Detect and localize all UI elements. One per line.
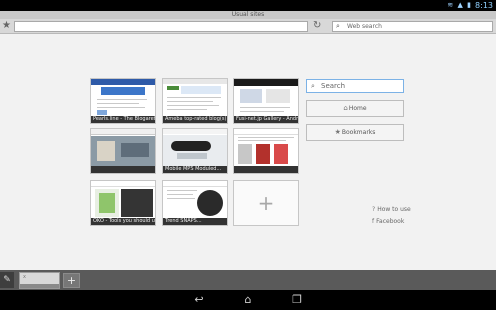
page-title: Usual sites xyxy=(231,11,265,18)
search-placeholder: Search xyxy=(321,82,346,90)
facebook-link[interactable]: f Facebook xyxy=(372,218,404,226)
bookmark-star-icon[interactable]: ★ xyxy=(2,20,11,32)
site-tile-caption: Pearls.line - The Blogaret Web Ins... xyxy=(91,116,155,123)
site-thumbnail xyxy=(234,129,298,166)
plus-icon: + xyxy=(257,191,275,215)
bookmarks-button[interactable]: ★Bookmarks xyxy=(306,124,404,141)
web-search-placeholder: Web search xyxy=(347,23,382,30)
status-clock: 8:13 xyxy=(475,1,493,10)
add-site-tile[interactable]: + xyxy=(233,180,299,226)
site-thumbnail xyxy=(91,129,155,166)
site-tile-caption: Fusi-net.jp Gallery - Android ga... xyxy=(234,116,298,123)
status-icons: ≋ ▲ ▮ xyxy=(447,1,472,9)
star-icon: ★ xyxy=(334,128,341,136)
site-thumbnail xyxy=(91,181,155,218)
site-tile-caption xyxy=(91,166,155,173)
site-tile-caption xyxy=(234,166,298,173)
home-nav-icon[interactable]: ⌂ xyxy=(238,292,258,308)
home-button-label: Home xyxy=(348,105,367,112)
close-tab-icon[interactable]: x xyxy=(23,274,26,280)
site-thumbnail xyxy=(91,79,155,116)
help-icon: ? xyxy=(372,206,376,213)
site-thumbnail xyxy=(163,79,227,116)
site-thumbnail xyxy=(163,181,227,218)
site-tile-6[interactable] xyxy=(233,128,299,174)
signal-icon: ▲ xyxy=(457,1,464,9)
recent-apps-icon[interactable]: ❐ xyxy=(287,292,307,308)
site-thumbnail xyxy=(234,79,298,116)
site-tile-4[interactable] xyxy=(90,128,156,174)
tools-icon[interactable]: ✎ xyxy=(0,272,14,288)
bookmarks-button-label: Bookmarks xyxy=(341,129,376,136)
tab-strip: ✎ x + xyxy=(0,270,496,290)
url-input[interactable] xyxy=(14,21,308,32)
home-icon: ⌂ xyxy=(343,104,348,112)
tab-usual-sites[interactable]: x xyxy=(19,272,60,289)
tab-preview-caption xyxy=(20,284,59,288)
how-to-use-label: How to use xyxy=(377,206,411,213)
site-tile-8[interactable]: Trend SNAPS... xyxy=(162,180,228,226)
title-bar: Usual sites xyxy=(0,11,496,19)
wifi-icon: ≋ xyxy=(447,1,455,9)
browser-toolbar: ★ ↻ ⌕ Web search xyxy=(0,19,496,34)
search-icon: ⌕ xyxy=(336,22,340,30)
site-tile-caption: Ameba top-rated blog(s) website... xyxy=(163,116,227,123)
site-tile-caption: OKO - Tools you should use... xyxy=(91,218,155,225)
search-icon: ⌕ xyxy=(311,82,315,90)
facebook-icon: f xyxy=(372,218,375,225)
site-tile-5[interactable]: Mobile MPS Moduled... xyxy=(162,128,228,174)
site-tile-caption: Mobile MPS Moduled... xyxy=(163,166,227,173)
navigation-bar: ↩ ⌂ ❐ xyxy=(0,290,496,310)
facebook-label: Facebook xyxy=(376,218,405,225)
site-thumbnail xyxy=(163,129,227,166)
reload-icon[interactable]: ↻ xyxy=(313,20,321,32)
search-input[interactable]: ⌕ Search xyxy=(306,79,404,93)
home-button[interactable]: ⌂Home xyxy=(306,100,404,117)
site-tile-3[interactable]: Fusi-net.jp Gallery - Android ga... xyxy=(233,78,299,124)
site-tile-7[interactable]: OKO - Tools you should use... xyxy=(90,180,156,226)
back-icon[interactable]: ↩ xyxy=(189,292,209,308)
site-tile-2[interactable]: Ameba top-rated blog(s) website... xyxy=(162,78,228,124)
status-bar: ≋ ▲ ▮ 8:13 xyxy=(0,0,496,11)
site-tile-1[interactable]: Pearls.line - The Blogaret Web Ins... xyxy=(90,78,156,124)
site-tile-caption: Trend SNAPS... xyxy=(163,218,227,225)
how-to-use-link[interactable]: ? How to use xyxy=(372,206,411,214)
battery-icon: ▮ xyxy=(467,1,472,9)
web-search-input[interactable]: ⌕ Web search xyxy=(332,21,493,32)
new-tab-button[interactable]: + xyxy=(63,273,80,288)
